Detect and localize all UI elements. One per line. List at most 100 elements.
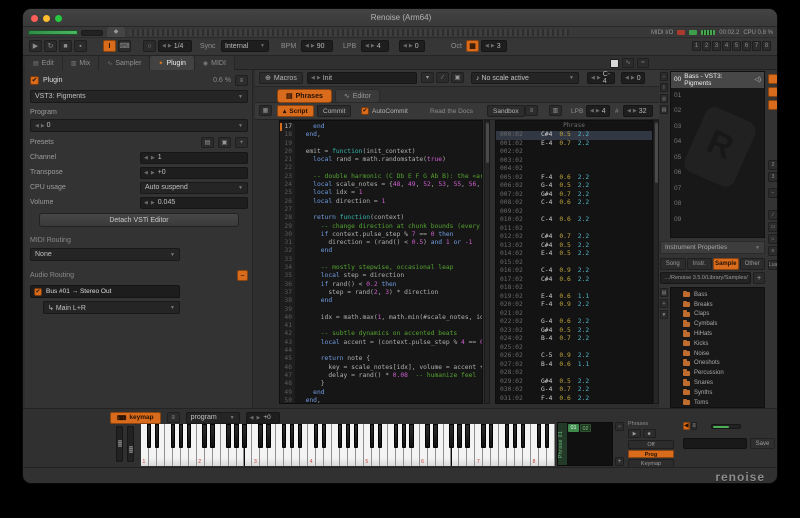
phrase-row[interactable]: 031:02 F-4 0.6 2.2 — [496, 395, 652, 404]
piano-key-black[interactable] — [457, 424, 462, 448]
phrase-row[interactable]: 017:02 C#4 0.6 2.2 — [496, 276, 652, 285]
computer-keyboard-icon[interactable]: ▦ — [466, 40, 479, 52]
titlebar[interactable]: Renoise (Arm64) — [23, 9, 777, 27]
import-sample-button[interactable]: ◀ — [683, 422, 690, 430]
rename-icon[interactable]: ∕ — [436, 72, 449, 83]
piano-key-black[interactable] — [369, 424, 375, 448]
close-traffic-light[interactable] — [31, 14, 38, 22]
phrase-row[interactable]: 002:02 — [496, 148, 652, 157]
minimize-traffic-light[interactable] — [43, 14, 50, 22]
piano-key-black[interactable] — [401, 424, 406, 448]
keymap-tab[interactable]: ⌨ keymap — [110, 411, 161, 424]
folder-item[interactable]: Noise — [671, 349, 764, 359]
phrase-slot-01[interactable]: 01 — [568, 424, 579, 432]
piano-key-black[interactable] — [520, 424, 526, 448]
phrase-note-preview[interactable]: Phrase 000:02 C#4 0.5 2.2 001:02 E-4 0.7 2.2 002… — [495, 120, 653, 404]
phrase-stop-button[interactable]: ■ — [642, 429, 656, 438]
piano-key-black[interactable] — [186, 424, 191, 448]
phrase-row[interactable]: 009:02 — [496, 208, 652, 217]
read-the-docs-link[interactable]: Read the Docs — [430, 108, 473, 115]
tab-edit[interactable]: ▤ Edit — [25, 56, 63, 70]
tab-sampler[interactable]: ∿ Sampler — [99, 56, 151, 70]
disk-options-menu-icon[interactable]: ≡ — [691, 422, 697, 430]
pattern-follow-checkbox[interactable] — [610, 58, 619, 68]
phrase-row[interactable]: 029:02 G#4 0.5 2.2 — [496, 378, 652, 387]
octave-stepper[interactable]: ◀ ▶ 3 — [481, 40, 507, 52]
list-menu-icon[interactable]: ▤ — [660, 105, 668, 114]
upper-frame-toggle[interactable] — [768, 74, 777, 84]
phrase-row[interactable]: 021:02 — [496, 310, 652, 319]
lua-terminal-icon[interactable]: Lua — [768, 260, 777, 270]
phrase-mode-off[interactable]: Off — [628, 440, 674, 449]
phrase-row[interactable]: 006:02 G-4 0.5 2.2 — [496, 182, 652, 191]
tab-editor[interactable]: ∿ Editor — [334, 89, 381, 103]
piano-key-black[interactable] — [536, 424, 542, 448]
phrase-row[interactable]: 022:02 G-4 0.6 2.2 — [496, 318, 652, 327]
master-volume-meter[interactable] — [28, 30, 78, 35]
folder-item[interactable]: Cymbals — [671, 319, 764, 329]
menu-icon[interactable]: ≡ — [768, 246, 777, 256]
instrument-row[interactable]: 01 — [671, 88, 764, 104]
midi-routing-dropdown[interactable]: None ▼ — [30, 248, 180, 261]
piano-key-black[interactable] — [481, 424, 486, 448]
code-scrollbar[interactable] — [484, 120, 490, 404]
piano-key-black[interactable] — [409, 424, 414, 448]
piano-key-black[interactable] — [146, 424, 152, 448]
lua-script-editor[interactable]: 17 end 18 end, 19 20 emit = function(init_c… — [279, 120, 483, 404]
phrase-row[interactable]: 007:02 G#4 0.7 2.2 — [496, 191, 652, 200]
pencil-tool-icon[interactable]: ∕ — [768, 210, 777, 220]
audio-routing-collapse-button[interactable]: − — [237, 270, 248, 281]
piano-key-black[interactable] — [433, 424, 438, 448]
disk-tab-other[interactable]: Other — [739, 258, 765, 270]
view-preset-4[interactable]: 4 — [722, 41, 731, 51]
piano-key-black[interactable] — [425, 424, 430, 448]
phrase-row[interactable]: 005:02 F-4 0.6 2.2 — [496, 174, 652, 183]
bus-enabled-checkbox[interactable]: ✔ — [34, 287, 42, 296]
view-preset-8[interactable]: 8 — [762, 41, 771, 51]
favorites-icon[interactable]: ♥ — [660, 310, 668, 319]
instrument-row[interactable]: 08 — [671, 196, 764, 212]
step-length-stepper[interactable]: ◀ ▶ 1/4 — [158, 40, 192, 52]
phrase-view-icon[interactable]: ▥ — [549, 105, 562, 116]
new-folder-icon[interactable]: + — [660, 299, 668, 308]
scale-oct-stepper[interactable]: ◀ ▶ 0 — [621, 72, 645, 84]
pitch-wheel-slider[interactable] — [116, 426, 123, 462]
piano-key-black[interactable] — [313, 424, 319, 448]
piano-key-black[interactable] — [290, 424, 295, 448]
piano-key-black[interactable] — [234, 424, 239, 448]
preset-add-icon[interactable]: + — [235, 137, 248, 148]
piano-key-black[interactable] — [321, 424, 327, 448]
phrase-row[interactable]: 000:02 C#4 0.5 2.2 — [496, 131, 652, 140]
disk-tab-sample[interactable]: Sample — [713, 258, 739, 270]
virtual-piano-keyboard[interactable]: 1 2 3 4 5 6 7 8 — [141, 424, 555, 466]
instrument-list[interactable]: 00Bass - VST3: Pigments ◁) 01 02 03 04 05 06 07 0… — [670, 71, 765, 238]
folder-item[interactable]: Claps — [671, 310, 764, 320]
phrase-row[interactable]: 015:02 — [496, 259, 652, 268]
channel-stepper[interactable]: ◀ ▶ 1 — [140, 151, 248, 164]
preset-save-icon[interactable]: ▣ — [218, 137, 231, 148]
tab-midi[interactable]: ◉ MIDI — [194, 56, 235, 70]
script-menu-icon[interactable]: ≡ — [525, 105, 538, 116]
keymap-transpose-stepper[interactable]: ◀ ▶ +0 — [245, 411, 280, 424]
piano-key-black[interactable] — [505, 424, 510, 448]
piano-key-black[interactable] — [337, 424, 343, 448]
auto-suspend-dropdown[interactable]: Auto suspend ▼ — [140, 181, 248, 194]
plugin-enabled-checkbox[interactable]: ✔ — [30, 76, 39, 85]
piano-key-black[interactable] — [226, 424, 231, 448]
lower-frame-toggle[interactable] — [768, 100, 777, 110]
groove-stepper[interactable]: ◀ ▶ 0 — [399, 40, 425, 52]
folder-item[interactable]: Synths — [671, 388, 764, 398]
folder-item[interactable]: Percussion — [671, 368, 764, 378]
zoom-traffic-light[interactable] — [55, 14, 62, 22]
edit-mode-button[interactable]: I — [103, 40, 116, 52]
tab-mix[interactable]: ▥ Mix — [62, 56, 100, 70]
piano-key-black[interactable] — [512, 424, 518, 448]
autocommit-checkbox[interactable]: ✔ AutoCommit — [355, 105, 414, 117]
phrase-list-icon[interactable]: ▦ — [259, 105, 272, 116]
instrument-row[interactable]: 07 — [671, 181, 764, 197]
piano-key-black[interactable] — [242, 424, 247, 448]
piano-key-black[interactable] — [202, 424, 207, 448]
instrument-row[interactable]: 06 — [671, 165, 764, 181]
folder-item[interactable]: Oneshots — [671, 359, 764, 369]
piano-key-black[interactable] — [489, 424, 494, 448]
